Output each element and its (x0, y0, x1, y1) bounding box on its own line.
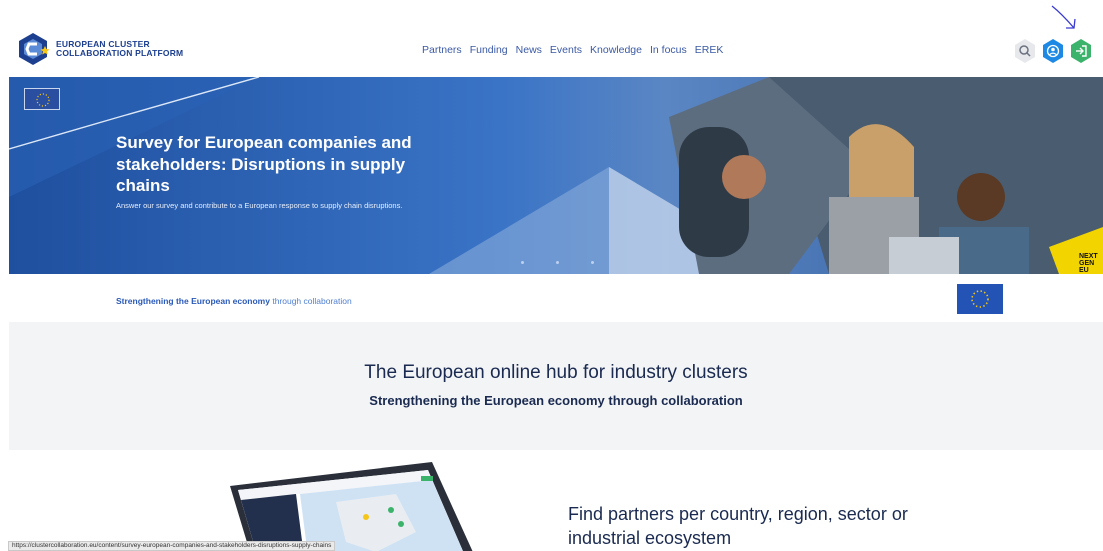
nav-knowledge[interactable]: Knowledge (590, 44, 642, 56)
nav-news[interactable]: News (516, 44, 542, 56)
search-icon (1015, 39, 1035, 63)
logo-text: EUROPEAN CLUSTER COLLABORATION PLATFORM (56, 40, 183, 58)
hero-subtitle: Answer our survey and contribute to a Eu… (116, 201, 403, 210)
tagline-strip: Strengthening the European economy throu… (0, 274, 1103, 322)
nextgen-eu-badge: NEXT GEN EU (1079, 253, 1098, 274)
tagline-rest: through collaboration (269, 296, 352, 306)
carousel-dots[interactable] (521, 261, 594, 264)
hub-title: The European online hub for industry clu… (364, 362, 748, 383)
nav-erek[interactable]: EREK (695, 44, 724, 56)
nav-events[interactable]: Events (550, 44, 582, 56)
tablet-map-illustration (230, 462, 473, 551)
annotation-arrow-icon (1051, 5, 1076, 29)
hero-title[interactable]: Survey for European companies and stakeh… (116, 132, 446, 197)
logo-mark-icon (19, 33, 50, 65)
user-button[interactable] (1041, 38, 1065, 64)
nav-partners[interactable]: Partners (422, 44, 462, 56)
nav-funding[interactable]: Funding (470, 44, 508, 56)
tagline-highlight: Strengthening the European economy (116, 296, 270, 306)
carousel-dot[interactable] (556, 261, 559, 264)
header-actions (1013, 38, 1093, 64)
user-icon (1043, 39, 1063, 63)
nav-in-focus[interactable]: In focus (650, 44, 687, 56)
login-icon (1071, 39, 1091, 63)
hub-section: The European online hub for industry clu… (9, 322, 1103, 450)
site-header: EUROPEAN CLUSTER COLLABORATION PLATFORM … (0, 0, 1103, 77)
login-button[interactable] (1069, 38, 1093, 64)
hero-banner[interactable]: Survey for European companies and stakeh… (9, 77, 1103, 274)
carousel-dot[interactable] (591, 261, 594, 264)
eu-flag-icon (24, 88, 60, 110)
hub-subtitle: Strengthening the European economy throu… (369, 393, 743, 408)
partners-heading[interactable]: Find partners per country, region, secto… (568, 502, 908, 550)
logo-line-2: COLLABORATION PLATFORM (56, 48, 184, 58)
site-logo[interactable]: EUROPEAN CLUSTER COLLABORATION PLATFORM (16, 32, 183, 66)
tagline: Strengthening the European economy throu… (116, 296, 352, 306)
eu-flag-icon (957, 284, 1003, 314)
carousel-dot[interactable] (521, 261, 524, 264)
status-bar-url: https://clustercollaboration.eu/content/… (8, 541, 336, 551)
search-button[interactable] (1013, 38, 1037, 64)
main-nav: Partners Funding News Events Knowledge I… (422, 44, 723, 56)
